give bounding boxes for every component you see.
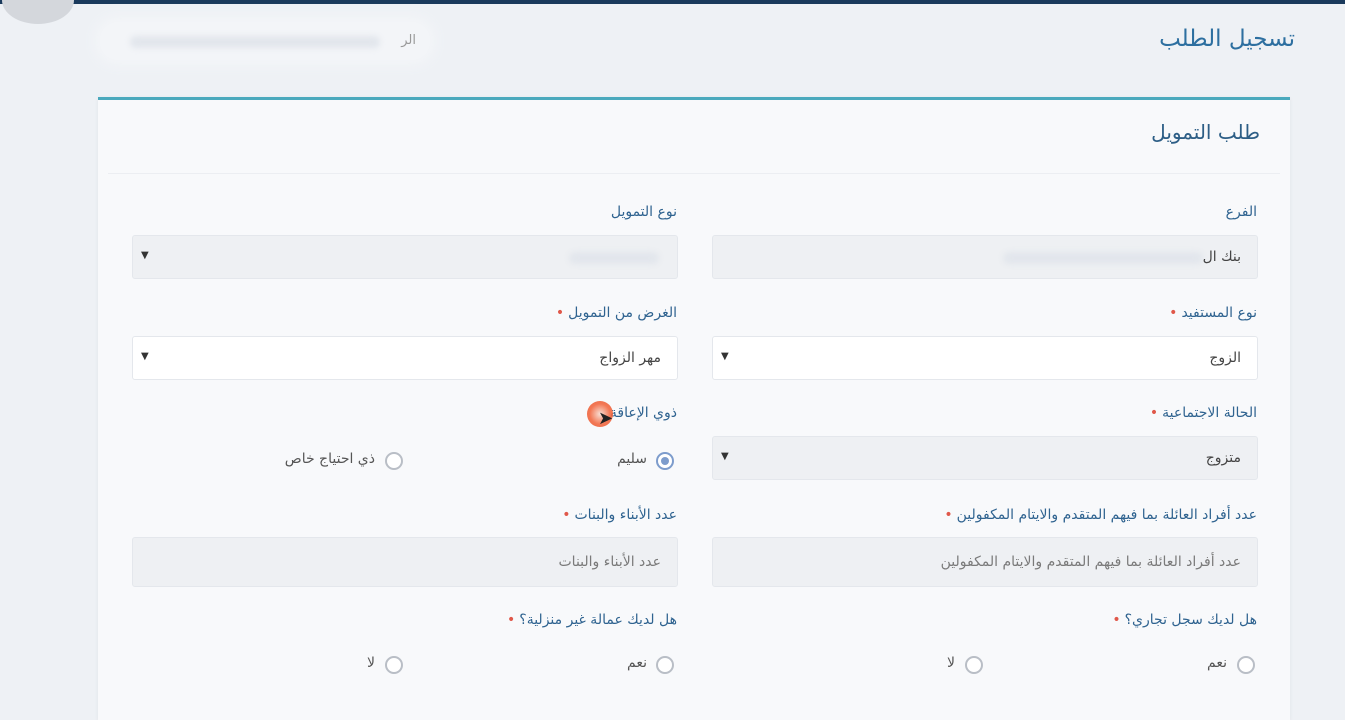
family-members-input[interactable]: عدد أفراد العائلة بما فيهم المتقدم والاي… — [712, 537, 1258, 587]
commercial-register-yes-label: نعم — [1207, 655, 1227, 671]
non-domestic-labor-no-radio[interactable] — [385, 656, 403, 674]
beneficiary-type-select[interactable]: الزوج ▼ — [712, 336, 1258, 380]
commercial-register-no-radio[interactable] — [965, 656, 983, 674]
family-members-placeholder: عدد أفراد العائلة بما فيهم المتقدم والاي… — [940, 554, 1241, 570]
disability-healthy-radio[interactable] — [656, 452, 674, 470]
top-bar — [0, 0, 1345, 4]
blurred-text — [130, 36, 380, 48]
beneficiary-type-value: الزوج — [1209, 350, 1241, 366]
disability-label: ذوي الإعاقة — [609, 405, 677, 421]
family-members-label: عدد أفراد العائلة بما فيهم المتقدم والاي… — [944, 507, 1257, 523]
non-domestic-labor-yes-label: نعم — [627, 655, 647, 671]
marital-status-value: متزوج — [1205, 450, 1241, 466]
commercial-register-yes-radio[interactable] — [1237, 656, 1255, 674]
chevron-down-icon: ▼ — [721, 351, 729, 362]
blurred-text — [569, 252, 659, 264]
financing-type-select[interactable]: ▼ — [132, 235, 678, 279]
disability-healthy-label: سليم — [617, 451, 647, 467]
search-placeholder: الر — [401, 33, 416, 48]
financing-purpose-label: الغرض من التمويل• — [555, 305, 677, 321]
non-domestic-labor-label: هل لديك عمالة غير منزلية؟• — [507, 612, 677, 628]
beneficiary-type-label: نوع المستفيد• — [1169, 305, 1257, 321]
divider — [108, 173, 1280, 174]
branch-value: بنك ال — [1202, 249, 1241, 265]
marital-status-label: الحالة الاجتماعية• — [1149, 405, 1257, 421]
page-title: تسجيل الطلب — [1159, 26, 1295, 52]
card-title: طلب التمويل — [1151, 120, 1260, 144]
commercial-register-label: هل لديك سجل تجاري؟• — [1112, 612, 1257, 628]
avatar[interactable] — [2, 0, 74, 24]
marital-status-select[interactable]: متزوج ▼ — [712, 436, 1258, 480]
branch-label: الفرع — [1225, 204, 1257, 220]
mouse-cursor-icon: ➤ — [598, 408, 614, 429]
children-count-placeholder: عدد الأبناء والبنات — [558, 554, 662, 570]
chevron-down-icon: ▼ — [721, 451, 729, 462]
blurred-text — [1003, 252, 1203, 264]
non-domestic-labor-yes-radio[interactable] — [656, 656, 674, 674]
financing-purpose-select[interactable]: مهر الزواج ▼ — [132, 336, 678, 380]
children-count-input[interactable]: عدد الأبناء والبنات — [132, 537, 678, 587]
commercial-register-no-label: لا — [947, 655, 955, 671]
financing-type-label: نوع التمويل — [610, 204, 677, 220]
children-count-label: عدد الأبناء والبنات• — [562, 507, 677, 523]
chevron-down-icon: ▼ — [141, 250, 149, 261]
financing-purpose-value: مهر الزواج — [599, 350, 661, 366]
disability-special-needs-label: ذي احتياج خاص — [284, 451, 375, 467]
financing-request-card: طلب التمويل — [98, 97, 1290, 720]
branch-select[interactable]: بنك ال — [712, 235, 1258, 279]
disability-special-needs-radio[interactable] — [385, 452, 403, 470]
chevron-down-icon: ▼ — [141, 351, 149, 362]
search-bar[interactable]: الر — [100, 22, 430, 60]
non-domestic-labor-no-label: لا — [367, 655, 375, 671]
